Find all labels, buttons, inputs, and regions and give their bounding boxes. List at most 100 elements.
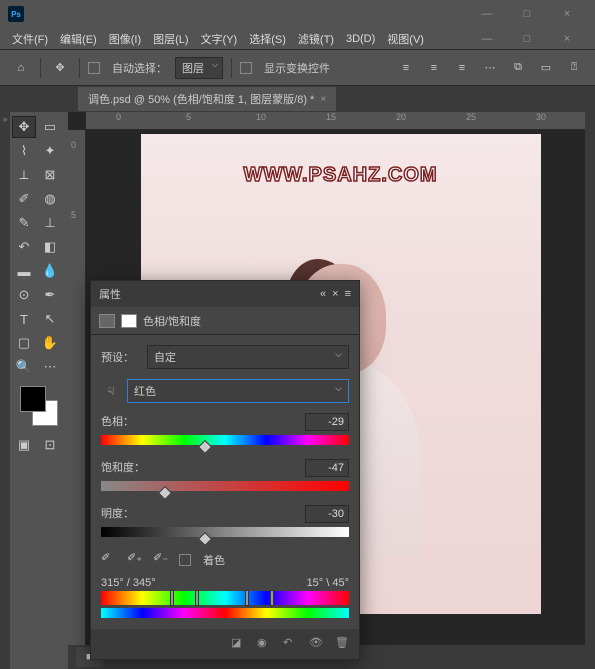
gradient-tool[interactable]: ▬	[12, 260, 36, 282]
move-tool[interactable]: ✥	[12, 116, 36, 138]
clip-to-layer-icon[interactable]: ◪	[231, 636, 247, 652]
menu-filter[interactable]: 滤镜(T)	[294, 29, 338, 49]
color-swatches[interactable]	[20, 386, 58, 426]
frame-tool[interactable]: ⊠	[38, 164, 62, 186]
panel-footer: ◪ ◉ ↶ 👁 🗑	[91, 629, 359, 659]
align-icon[interactable]: ≡	[423, 57, 445, 79]
history-brush-tool[interactable]: ↶	[12, 236, 36, 258]
delete-icon[interactable]: 🗑	[335, 636, 351, 652]
hue-thumb[interactable]	[198, 440, 212, 454]
tab-close-icon[interactable]: ×	[320, 94, 326, 105]
menu-file[interactable]: 文件(F)	[8, 29, 52, 49]
mask-icon	[121, 314, 137, 328]
document-tab-bar: 调色.psd @ 50% (色相/饱和度 1, 图层蒙版/8) * ×	[0, 86, 595, 112]
menu-image[interactable]: 图像(I)	[105, 29, 145, 49]
range-marker[interactable]	[195, 590, 199, 606]
range-marker[interactable]	[270, 590, 274, 606]
foreground-color[interactable]	[20, 386, 46, 412]
channel-dropdown[interactable]: 红色	[127, 379, 349, 403]
menu-edit[interactable]: 编辑(E)	[56, 29, 101, 49]
range-marker[interactable]	[245, 590, 249, 606]
menu-bar: 文件(F) 编辑(E) 图像(I) 图层(L) 文字(Y) 选择(S) 滤镜(T…	[0, 28, 595, 50]
ruler-tick: 5	[71, 210, 76, 220]
distribute-icon[interactable]: ⋯	[479, 57, 501, 79]
eyedropper-add-icon[interactable]: ✐₊	[127, 551, 145, 569]
lightness-input[interactable]	[305, 505, 349, 523]
pen-tool[interactable]: ✒	[38, 284, 62, 306]
show-transform-checkbox[interactable]	[240, 62, 252, 74]
zoom-tool[interactable]: 🔍	[12, 356, 36, 378]
panel-header[interactable]: 属性 « × ≡	[91, 281, 359, 307]
doc-maximize-button[interactable]: □	[507, 25, 547, 53]
panel-menu-icon[interactable]: ≡	[345, 288, 351, 300]
marquee-tool[interactable]: ▭	[38, 116, 62, 138]
layer-dropdown[interactable]: 图层	[175, 57, 223, 79]
lightness-label: 明度：	[101, 505, 134, 523]
saturation-slider[interactable]	[101, 481, 349, 491]
targeted-adjust-icon[interactable]: ☟	[101, 382, 121, 400]
shape-tool[interactable]: ▢	[12, 332, 36, 354]
adjustment-type-row: 色相/饱和度	[91, 307, 359, 335]
3d-mode-icon[interactable]: ⧉	[507, 57, 529, 79]
ruler-tick: 10	[256, 112, 266, 122]
visibility-icon[interactable]: 👁	[309, 636, 325, 652]
hue-input[interactable]	[305, 413, 349, 431]
saturation-slider-group: 饱和度：	[101, 459, 349, 491]
align-icon[interactable]: ≡	[395, 57, 417, 79]
ruler-horizontal: 0 5 10 15 20 25 30	[86, 112, 595, 130]
menu-select[interactable]: 选择(S)	[245, 29, 290, 49]
lightness-slider-group: 明度：	[101, 505, 349, 537]
view-previous-icon[interactable]: ◉	[257, 636, 273, 652]
panel-header-label: 属性	[99, 286, 121, 302]
crop-tool[interactable]: ⟂	[12, 164, 36, 186]
quickmask-tool[interactable]: ▣	[12, 434, 36, 456]
eyedropper-subtract-icon[interactable]: ✐₋	[153, 551, 171, 569]
align-icon[interactable]: ≡	[451, 57, 473, 79]
type-tool[interactable]: T	[12, 308, 36, 330]
saturation-thumb[interactable]	[158, 486, 172, 500]
lightness-slider[interactable]	[101, 527, 349, 537]
eyedropper-icon[interactable]: ✐	[101, 551, 119, 569]
auto-select-checkbox[interactable]	[88, 62, 100, 74]
document-tab[interactable]: 调色.psd @ 50% (色相/饱和度 1, 图层蒙版/8) * ×	[78, 87, 336, 111]
menu-layer[interactable]: 图层(L)	[149, 29, 192, 49]
collapse-icon[interactable]: »	[0, 112, 10, 124]
eyedropper-tool[interactable]: ✐	[12, 188, 36, 210]
screenmode-tool[interactable]: ⊡	[38, 434, 62, 456]
ruler-tick: 20	[396, 112, 406, 122]
doc-minimize-button[interactable]: —	[467, 25, 507, 53]
blur-tool[interactable]: 💧	[38, 260, 62, 282]
colorize-checkbox[interactable]	[179, 554, 191, 566]
brush-tool[interactable]: ✎	[12, 212, 36, 234]
lightness-thumb[interactable]	[198, 532, 212, 546]
path-tool[interactable]: ↖	[38, 308, 62, 330]
menu-3d[interactable]: 3D(D)	[342, 31, 379, 47]
dodge-tool[interactable]: ⊙	[12, 284, 36, 306]
panel-body: 预设： 自定 ☟ 红色 色相： 饱和度：	[91, 335, 359, 628]
saturation-label: 饱和度：	[101, 459, 145, 477]
panel-collapse-icon[interactable]: «	[320, 288, 326, 300]
doc-close-button[interactable]: ×	[547, 25, 587, 53]
eraser-tool[interactable]: ◧	[38, 236, 62, 258]
saturation-input[interactable]	[305, 459, 349, 477]
stamp-tool[interactable]: ⊥	[38, 212, 62, 234]
app-logo: Ps	[8, 6, 24, 22]
ruler-tick: 5	[186, 112, 191, 122]
workspace-icon[interactable]: ▭	[535, 57, 557, 79]
range-bar-top[interactable]	[101, 591, 349, 605]
menu-view[interactable]: 视图(V)	[383, 29, 428, 49]
menu-type[interactable]: 文字(Y)	[197, 29, 242, 49]
healing-tool[interactable]: ◍	[38, 188, 62, 210]
preset-dropdown[interactable]: 自定	[147, 345, 349, 369]
lasso-tool[interactable]: ⌇	[12, 140, 36, 162]
share-icon[interactable]: ⍰	[563, 57, 585, 79]
edit-toolbar[interactable]: ⋯	[38, 356, 62, 378]
move-tool-icon[interactable]: ✥	[49, 57, 71, 79]
hand-tool[interactable]: ✋	[38, 332, 62, 354]
hue-slider[interactable]	[101, 435, 349, 445]
home-icon[interactable]: ⌂	[10, 57, 32, 79]
reset-icon[interactable]: ↶	[283, 636, 299, 652]
range-marker[interactable]	[170, 590, 174, 606]
magic-wand-tool[interactable]: ✦	[38, 140, 62, 162]
panel-close-icon[interactable]: ×	[332, 288, 338, 300]
